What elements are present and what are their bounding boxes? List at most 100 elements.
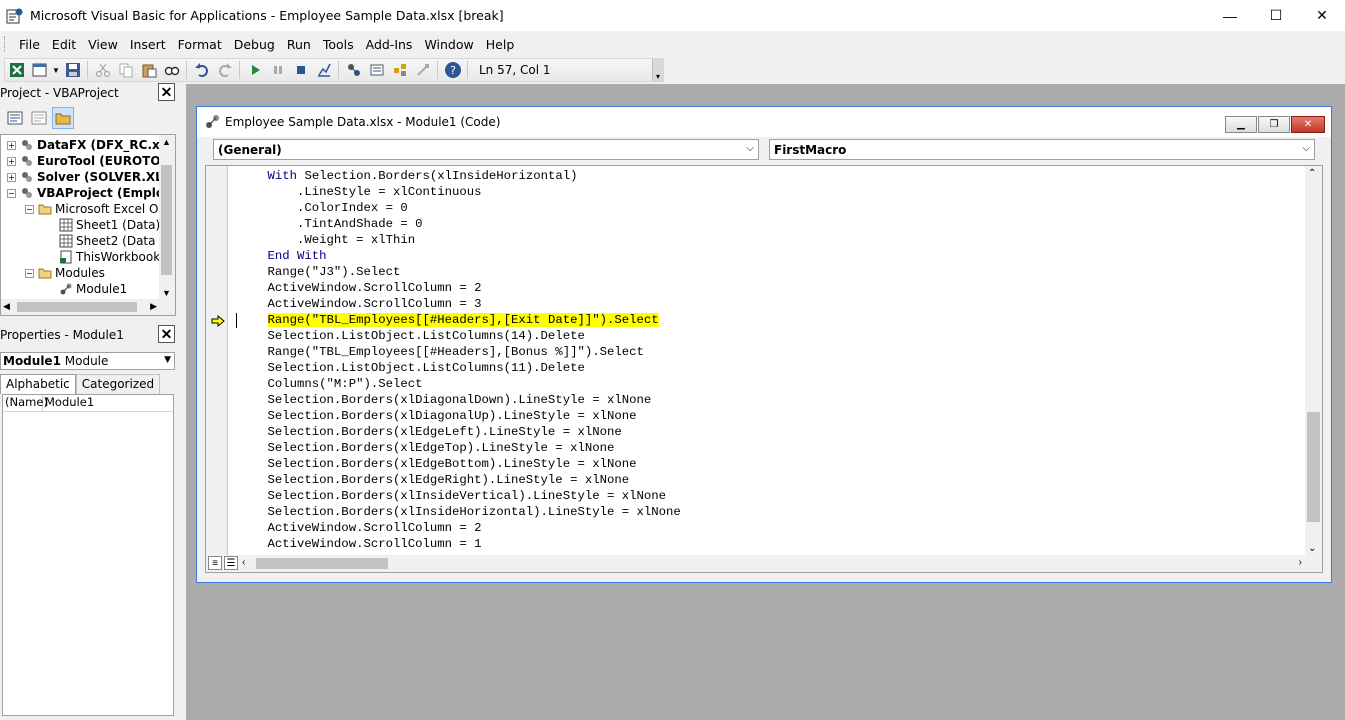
find-icon[interactable] (160, 59, 183, 81)
collapse-icon[interactable]: − (25, 268, 34, 278)
redo-icon[interactable] (213, 59, 236, 81)
menu-edit[interactable]: Edit (46, 37, 82, 52)
expand-icon[interactable]: + (7, 172, 16, 182)
code-editor[interactable]: With Selection.Borders(xlInsideHorizonta… (205, 165, 1323, 573)
toggle-folders-icon[interactable] (52, 107, 74, 129)
procedure-combo[interactable]: FirstMacro ⌵ (769, 139, 1315, 160)
view-object-icon[interactable] (28, 107, 50, 129)
code-line[interactable]: Selection.Borders(xlDiagonalUp).LineStyl… (238, 408, 681, 424)
menu-grip[interactable] (4, 36, 7, 52)
minimize-button[interactable]: — (1207, 0, 1253, 31)
copy-icon[interactable] (114, 59, 137, 81)
excel-icon[interactable] (5, 59, 28, 81)
code-line[interactable]: .ColorIndex = 0 (238, 200, 681, 216)
scroll-right-icon[interactable]: ▶ (150, 301, 157, 312)
scroll-up-icon[interactable]: ▲ (162, 137, 171, 147)
tab-alphabetic[interactable]: Alphabetic (0, 374, 76, 394)
cut-icon[interactable] (91, 59, 114, 81)
design-mode-icon[interactable] (312, 59, 335, 81)
dropdown-arrow-icon[interactable]: ▼ (51, 59, 61, 81)
code-line[interactable]: Range("J3").Select (238, 264, 681, 280)
scroll-thumb[interactable] (256, 558, 388, 569)
tree-node-module1[interactable]: Module1 (59, 281, 127, 297)
code-line[interactable]: End With (238, 248, 681, 264)
tree-node-solver[interactable]: + Solver (SOLVER.XLAM (7, 169, 175, 185)
code-line[interactable]: ActiveWindow.ScrollColumn = 2 (238, 280, 681, 296)
menu-tools[interactable]: Tools (317, 37, 360, 52)
tree-node-excel-objects[interactable]: − Microsoft Excel Obje (25, 201, 175, 217)
code-lines[interactable]: With Selection.Borders(xlInsideHorizonta… (238, 168, 681, 552)
properties-object-select[interactable]: Module1 Module ▼ (0, 352, 175, 370)
code-close-button[interactable]: ✕ (1291, 116, 1325, 133)
code-line[interactable]: Selection.Borders(xlEdgeRight).LineStyle… (238, 472, 681, 488)
code-line[interactable]: Columns("M:P").Select (238, 376, 681, 392)
scroll-left-icon[interactable]: ◀ (3, 301, 10, 312)
menu-help[interactable]: Help (480, 37, 521, 52)
menu-file[interactable]: File (13, 37, 46, 52)
project-tree-vscroll[interactable]: ▲ ▼ (159, 135, 175, 300)
menu-format[interactable]: Format (172, 37, 228, 52)
tree-node-modules[interactable]: − Modules (25, 265, 105, 281)
paste-icon[interactable] (137, 59, 160, 81)
code-line[interactable]: .TintAndShade = 0 (238, 216, 681, 232)
code-hscroll[interactable]: ≡ ☰ ‹ › (206, 555, 1322, 572)
code-minimize-button[interactable]: ▁ (1225, 116, 1257, 133)
tree-node-vbaproject[interactable]: − VBAProject (Employe (7, 185, 175, 201)
code-line[interactable]: ActiveWindow.ScrollColumn = 2 (238, 520, 681, 536)
properties-panel-close-icon[interactable]: ✕ (158, 325, 175, 343)
code-line[interactable]: Selection.Borders(xlEdgeTop).LineStyle =… (238, 440, 681, 456)
scroll-left-icon[interactable]: ‹ (242, 557, 245, 568)
toolbox-icon[interactable] (411, 59, 434, 81)
expand-icon[interactable]: + (7, 156, 16, 166)
menu-run[interactable]: Run (281, 37, 317, 52)
scroll-thumb[interactable] (17, 302, 137, 312)
code-vscroll[interactable]: ⌃ ⌄ (1305, 166, 1322, 556)
code-line[interactable]: Selection.ListObject.ListColumns(11).Del… (238, 360, 681, 376)
full-module-view-icon[interactable]: ☰ (224, 556, 238, 570)
property-row[interactable]: (Name) Module1 (3, 395, 173, 412)
scroll-thumb[interactable] (161, 165, 172, 275)
code-line[interactable]: Range("TBL_Employees[[#Headers],[Bonus %… (238, 344, 681, 360)
menu-add-ins[interactable]: Add-Ins (360, 37, 419, 52)
code-line[interactable]: .LineStyle = xlContinuous (238, 184, 681, 200)
tree-node-sheet2[interactable]: Sheet2 (Data 2) (59, 233, 172, 249)
code-line[interactable]: Selection.Borders(xlInsideVertical).Line… (238, 488, 681, 504)
tab-categorized[interactable]: Categorized (75, 374, 161, 394)
undo-icon[interactable] (190, 59, 213, 81)
run-icon[interactable] (243, 59, 266, 81)
project-panel-close-icon[interactable]: ✕ (158, 83, 175, 101)
reset-icon[interactable] (289, 59, 312, 81)
help-icon[interactable]: ? (441, 59, 464, 81)
code-line[interactable]: Selection.Borders(xlEdgeBottom).LineStyl… (238, 456, 681, 472)
scroll-down-icon[interactable]: ⌄ (1308, 543, 1316, 554)
maximize-button[interactable]: ☐ (1253, 0, 1299, 31)
tree-node-sheet1[interactable]: Sheet1 (Data) (59, 217, 160, 233)
code-line[interactable]: ActiveWindow.ScrollColumn = 3 (238, 296, 681, 312)
close-button[interactable]: ✕ (1299, 0, 1345, 31)
menu-view[interactable]: View (82, 37, 124, 52)
collapse-icon[interactable]: − (25, 204, 34, 214)
tree-node-eurotool[interactable]: + EuroTool (EUROTOOL (7, 153, 175, 169)
scroll-down-icon[interactable]: ▼ (162, 288, 171, 298)
code-line[interactable]: Range("TBL_Employees[[#Headers],[Exit Da… (238, 312, 681, 328)
code-line[interactable]: Selection.Borders(xlInsideHorizontal).Li… (238, 504, 681, 520)
procedure-view-icon[interactable]: ≡ (208, 556, 222, 570)
insert-module-icon[interactable] (28, 59, 51, 81)
break-icon[interactable] (266, 59, 289, 81)
project-explorer-icon[interactable] (342, 59, 365, 81)
property-value[interactable]: Module1 (43, 395, 94, 411)
collapse-icon[interactable]: − (7, 188, 16, 198)
scroll-thumb[interactable] (1307, 412, 1320, 522)
view-code-icon[interactable] (4, 107, 26, 129)
scroll-right-icon[interactable]: › (1299, 557, 1302, 568)
tree-node-datafx[interactable]: + DataFX (DFX_RC.xlan (7, 137, 175, 153)
toolbar-options-icon[interactable]: ▾ (652, 59, 663, 81)
menu-insert[interactable]: Insert (124, 37, 172, 52)
code-line[interactable]: ActiveWindow.ScrollColumn = 1 (238, 536, 681, 552)
code-line[interactable]: Selection.ListObject.ListColumns(14).Del… (238, 328, 681, 344)
code-line[interactable]: Selection.Borders(xlDiagonalDown).LineSt… (238, 392, 681, 408)
object-combo[interactable]: (General) ⌵ (213, 139, 759, 160)
expand-icon[interactable]: + (7, 140, 16, 150)
project-tree-hscroll[interactable]: ◀ ▶ (1, 299, 175, 315)
save-icon[interactable] (61, 59, 84, 81)
